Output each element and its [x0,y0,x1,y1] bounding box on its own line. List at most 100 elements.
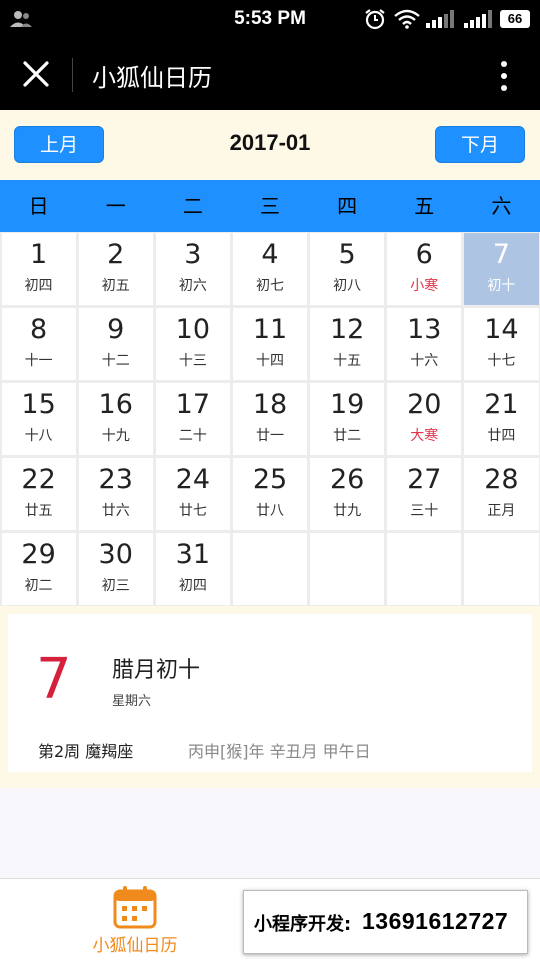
day-number: 11 [252,314,288,345]
day-cell[interactable]: 9 十二 [78,308,153,380]
day-cell[interactable]: 6 小寒 [387,233,462,305]
lunar-date-label: 初十 [487,278,516,294]
weekday-wed: 三 [259,194,280,218]
detail-week-zodiac: 第2周 魔羯座 [38,742,134,761]
day-cell[interactable]: 25 廿八 [232,458,308,530]
day-cell[interactable]: 3 初六 [155,233,230,305]
day-cell[interactable]: 24 廿七 [155,458,230,530]
day-number: 13 [407,314,442,345]
day-cell[interactable]: 12 十五 [310,308,385,380]
day-number: 14 [484,314,519,345]
lunar-date-label: 十五 [333,353,362,369]
lunar-date-label: 廿一 [255,428,284,444]
lunar-date-label: 初八 [333,278,362,294]
status-time: 5:53 PM [234,8,306,29]
battery-icon: 66 [500,10,530,28]
day-number: 5 [338,239,356,270]
promo-banner: 小程序开发: 13691612727 [243,890,528,954]
day-cell[interactable]: 5 初八 [310,233,385,305]
day-cell[interactable]: 19 廿二 [310,383,385,455]
close-icon[interactable] [18,56,54,92]
month-navigation: 上月 2017-01 下月 [0,110,540,180]
day-detail-panel: 7 腊月初十 星期六 第2周 魔羯座 丙申[猴]年 辛丑月 甲午日 [0,606,540,788]
day-number: 8 [29,314,48,345]
day-cell[interactable]: 8 十一 [1,308,76,380]
day-cell[interactable]: 1 初四 [1,233,76,305]
lunar-date-label: 正月 [487,503,516,519]
weekday-sat: 六 [491,194,512,218]
day-cell[interactable]: 18 廿一 [232,383,308,455]
solar-term-label: 大寒 [410,428,439,444]
day-cell[interactable]: 30 初三 [78,533,153,605]
day-number: 18 [252,389,288,420]
day-cell[interactable]: 14 十七 [464,308,539,380]
lunar-date-label: 十二 [101,353,130,369]
day-number: 22 [21,464,56,495]
day-cell[interactable]: 22 廿五 [1,458,76,530]
day-cell[interactable]: 23 廿六 [78,458,153,530]
day-number: 21 [484,389,519,420]
day-number: 7 [492,239,511,270]
day-number: 4 [261,239,279,270]
day-cell[interactable]: 28 正月 [464,458,539,530]
calendar-icon[interactable] [112,885,158,929]
detail-weekday: 星期六 [112,694,152,709]
day-cell[interactable]: 16 十九 [78,383,153,455]
day-cell[interactable]: 4 初七 [232,233,308,305]
calendar-grid: 1 初四 2 初五 3 初六 4 初七 5 初八 6 小寒 7 初十 8 十一 9 十二 10 十三 11 十四 12 十五 1… [0,232,540,606]
lunar-date-label: 廿二 [333,428,362,444]
lunar-date-label: 十六 [410,353,439,369]
day-cell[interactable]: 11 十四 [232,308,308,380]
title-divider [72,58,73,92]
detail-ganzhi: 丙申[猴]年 辛丑月 甲午日 [188,742,371,761]
empty-cell [232,533,308,605]
day-number: 19 [329,389,365,420]
lunar-date-label: 十七 [487,353,516,369]
day-number: 17 [175,389,211,420]
weekday-fri: 五 [414,194,435,218]
tab-calendar-label[interactable]: 小狐仙日历 [60,931,210,956]
lunar-date-label: 三十 [410,503,439,519]
day-number: 16 [98,389,133,420]
detail-lunar-date: 腊月初十 [112,658,201,683]
day-number: 30 [98,539,133,570]
lunar-date-label: 十三 [178,353,207,369]
day-cell[interactable]: 10 十三 [155,308,230,380]
lunar-date-label: 初三 [101,578,130,594]
lunar-date-label: 十一 [24,353,53,369]
day-cell[interactable]: 15 十八 [1,383,76,455]
day-number: 28 [484,464,519,495]
lunar-date-label: 十四 [255,353,284,369]
day-cell[interactable]: 17 二十 [155,383,230,455]
day-number: 25 [252,464,288,495]
lunar-date-label: 初五 [101,278,130,294]
day-number: 29 [21,539,56,570]
lunar-date-label: 廿九 [333,503,362,519]
lunar-date-label: 廿六 [101,503,130,519]
day-cell[interactable]: 29 初二 [1,533,76,605]
day-cell[interactable]: 13 十六 [387,308,462,380]
day-cell[interactable]: 31 初四 [155,533,230,605]
lunar-date-label: 初二 [24,578,53,594]
day-cell[interactable]: 7 初十 [464,233,539,305]
alarm-icon [365,9,385,30]
lunar-date-label: 二十 [178,428,207,444]
day-cell[interactable]: 2 初五 [78,233,153,305]
day-cell[interactable]: 21 廿四 [464,383,539,455]
detail-day-number: 7 [36,647,72,712]
weekday-header: 日 一 二 三 四 五 六 [0,180,540,232]
promo-label: 小程序开发: [254,914,352,935]
day-cell[interactable]: 27 三十 [387,458,462,530]
lunar-date-label: 初四 [24,278,53,294]
empty-cell [387,533,462,605]
lunar-date-label: 廿四 [487,428,516,444]
day-cell[interactable]: 20 大寒 [387,383,462,455]
next-month-button[interactable]: 下月 [435,126,525,163]
lunar-date-label: 初七 [255,278,284,294]
day-cell[interactable]: 26 廿九 [310,458,385,530]
more-icon[interactable] [494,58,514,94]
page-title: 小狐仙日历 [92,64,212,92]
day-number: 27 [407,464,442,495]
lunar-date-label: 廿五 [24,503,53,519]
day-number: 12 [329,314,365,345]
